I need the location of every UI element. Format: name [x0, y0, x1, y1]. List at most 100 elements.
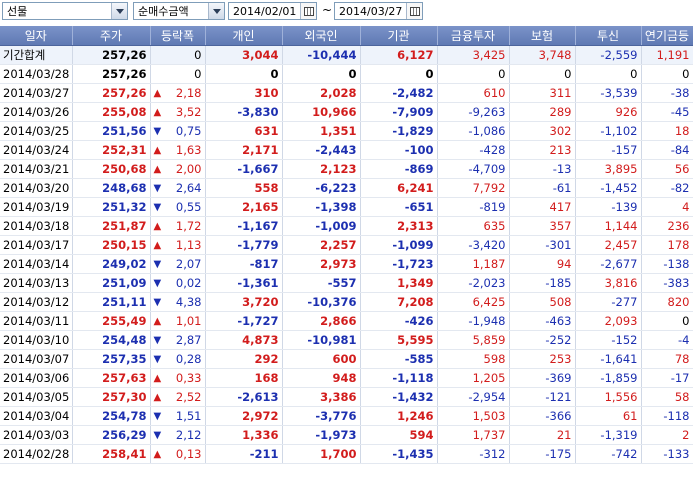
table-row[interactable]: 2014/03/18 251,87 ▲ 1,72 -1,167 -1,009 2,313 63… — [0, 216, 693, 236]
fin-invest-cell: 1,205 — [437, 368, 510, 388]
triangle-up-icon: ▲ — [153, 448, 162, 460]
insurance-cell: 417 — [509, 197, 576, 217]
table-row[interactable]: 2014/03/12 251,11 ▼ 4,38 3,720 -10,376 7,208 6,… — [0, 292, 693, 312]
table-row[interactable]: 2014/02/28 258,41 ▲ 0,13 -211 1,700 -1,435 -312… — [0, 444, 693, 464]
header-pension[interactable]: 연기금등 — [641, 26, 693, 46]
insurance-cell: -175 — [509, 444, 576, 464]
date-cell: 2014/03/18 — [0, 216, 73, 236]
metric-select[interactable]: 순매수금액 — [133, 2, 225, 20]
change-cell: ▼ 2,64 — [150, 178, 206, 198]
foreign-cell: -10,376 — [282, 292, 361, 312]
market-select[interactable]: 선물 — [2, 2, 128, 20]
table-row[interactable]: 2014/03/07 257,35 ▼ 0,28 292 600 -585 598 253 -1,… — [0, 349, 693, 369]
header-price[interactable]: 주가 — [72, 26, 151, 46]
change-cell: ▼ 2,12 — [150, 425, 206, 445]
individual-cell: 1,336 — [205, 425, 283, 445]
institution-cell: -2,482 — [360, 83, 438, 103]
fin-invest-cell: -3,420 — [437, 235, 510, 255]
table-row[interactable]: 2014/03/25 251,56 ▼ 0,75 631 1,351 -1,829 -1,08… — [0, 121, 693, 141]
pension-cell: -17 — [641, 368, 693, 388]
table-row[interactable]: 2014/03/14 249,02 ▼ 2,07 -817 2,973 -1,723 1,18… — [0, 254, 693, 274]
fin-invest-cell: -9,263 — [437, 102, 510, 122]
table-row[interactable]: 2014/03/21 250,68 ▲ 2,00 -1,667 2,123 -869 -4,7… — [0, 159, 693, 179]
triangle-down-icon: ▼ — [153, 277, 162, 289]
chevron-down-icon[interactable] — [208, 3, 224, 19]
date-cell: 2014/03/06 — [0, 368, 73, 388]
header-individual[interactable]: 개인 — [205, 26, 283, 46]
date-from-field[interactable]: 2014/02/01 — [228, 2, 317, 20]
table-row[interactable]: 2014/03/11 255,49 ▲ 1,01 -1,727 2,866 -426 -1,9… — [0, 311, 693, 331]
insurance-cell: 357 — [509, 216, 576, 236]
change-cell: ▲ 2,52 — [150, 387, 206, 407]
toolbar: 선물 순매수금액 2014/02/01 ~ 2014/03/27 — [0, 0, 693, 24]
institution-cell: 7,208 — [360, 292, 438, 312]
date-cell: 2014/03/28 — [0, 64, 73, 84]
table-row[interactable]: 2014/03/28 257,26 0 0 0 0 0 0 0 0 — [0, 64, 693, 84]
table-row[interactable]: 2014/03/19 251,32 ▼ 0,55 2,165 -1,398 -651 -819… — [0, 197, 693, 217]
change-cell: ▲ 1,13 — [150, 235, 206, 255]
change-value: 2,18 — [175, 86, 202, 100]
individual-cell: 558 — [205, 178, 283, 198]
insurance-cell: 94 — [509, 254, 576, 274]
individual-cell: -211 — [205, 444, 283, 464]
date-cell: 2014/03/27 — [0, 83, 73, 103]
insurance-cell: 289 — [509, 102, 576, 122]
pension-cell: 236 — [641, 216, 693, 236]
institution-cell: -7,909 — [360, 102, 438, 122]
change-cell: ▼ 0,02 — [150, 273, 206, 293]
fin-invest-cell: -819 — [437, 197, 510, 217]
triangle-up-icon: ▲ — [153, 391, 162, 403]
table-row[interactable]: 2014/03/26 255,08 ▲ 3,52 -3,830 10,966 -7,909-… — [0, 102, 693, 122]
change-cell: ▲ 2,00 — [150, 159, 206, 179]
table-row[interactable]: 2014/03/24 252,31 ▲ 1,63 2,171 -2,443 -100 -428… — [0, 140, 693, 160]
change-value: 4,38 — [175, 295, 202, 309]
institution-cell: -426 — [360, 311, 438, 331]
price-cell: 257,26 — [72, 64, 151, 84]
table-row[interactable]: 2014/03/06 257,63 ▲ 0,33 168 948 -1,118 1,205 -3… — [0, 368, 693, 388]
triangle-down-icon: ▼ — [153, 182, 162, 194]
change-cell: ▲ 3,52 — [150, 102, 206, 122]
total-row[interactable]: 기간합계 257,26 0 3,044 -10,444 6,127 3,425 3,748 -2… — [0, 45, 693, 65]
header-institution[interactable]: 기관 — [360, 26, 438, 46]
fin-invest-cell: 1,187 — [437, 254, 510, 274]
individual-cell: 292 — [205, 349, 283, 369]
triangle-up-icon: ▲ — [153, 106, 162, 118]
calendar-icon[interactable] — [300, 3, 316, 19]
table-row[interactable]: 2014/03/20 248,68 ▼ 2,64 558 -6,223 6,241 7,792… — [0, 178, 693, 198]
price-cell: 254,48 — [72, 330, 151, 350]
pension-cell: 18 — [641, 121, 693, 141]
triangle-up-icon: ▲ — [153, 87, 162, 99]
header-date[interactable]: 일자 — [0, 26, 73, 46]
foreign-cell: 0 — [282, 64, 361, 84]
triangle-down-icon: ▼ — [153, 334, 162, 346]
chevron-down-icon[interactable] — [111, 3, 127, 19]
header-fin-invest[interactable]: 금융투자 — [437, 26, 510, 46]
table-row[interactable]: 2014/03/05 257,30 ▲ 2,52 -2,613 3,386 -1,432 -2… — [0, 387, 693, 407]
individual-cell: 310 — [205, 83, 283, 103]
pension-cell: -383 — [641, 273, 693, 293]
trust-cell: 61 — [575, 406, 642, 426]
table-row[interactable]: 2014/03/10 254,48 ▼ 2,87 4,873 -10,981 5,595 5,… — [0, 330, 693, 350]
header-foreign[interactable]: 외국인 — [282, 26, 361, 46]
header-change[interactable]: 등락폭 — [150, 26, 206, 46]
header-trust[interactable]: 투신 — [575, 26, 642, 46]
table-row[interactable]: 2014/03/27 257,26 ▲ 2,18 310 2,028 -2,482 610 31… — [0, 83, 693, 103]
trust-cell: -1,102 — [575, 121, 642, 141]
header-insurance[interactable]: 보험 — [509, 26, 576, 46]
trust-cell: -157 — [575, 140, 642, 160]
table-row[interactable]: 2014/03/03 256,29 ▼ 2,12 1,336 -1,973 594 1,737… — [0, 425, 693, 445]
date-cell: 2014/02/28 — [0, 444, 73, 464]
table-row[interactable]: 2014/03/17 250,15 ▲ 1,13 -1,779 2,257 -1,099 -3… — [0, 235, 693, 255]
triangle-down-icon: ▼ — [153, 201, 162, 213]
fin-invest-cell: 1,737 — [437, 425, 510, 445]
pension-cell: 4 — [641, 197, 693, 217]
table-row[interactable]: 2014/03/13 251,09 ▼ 0,02 -1,361 -557 1,349 -2,0… — [0, 273, 693, 293]
table-row[interactable]: 2014/03/04 254,78 ▼ 1,51 2,972 -3,776 1,246 1,5… — [0, 406, 693, 426]
change-value: 2,64 — [175, 181, 202, 195]
calendar-icon[interactable] — [406, 3, 422, 19]
date-cell: 2014/03/26 — [0, 102, 73, 122]
insurance-cell: 0 — [509, 64, 576, 84]
date-cell: 2014/03/05 — [0, 387, 73, 407]
institution-cell: -869 — [360, 159, 438, 179]
date-to-field[interactable]: 2014/03/27 — [334, 2, 423, 20]
